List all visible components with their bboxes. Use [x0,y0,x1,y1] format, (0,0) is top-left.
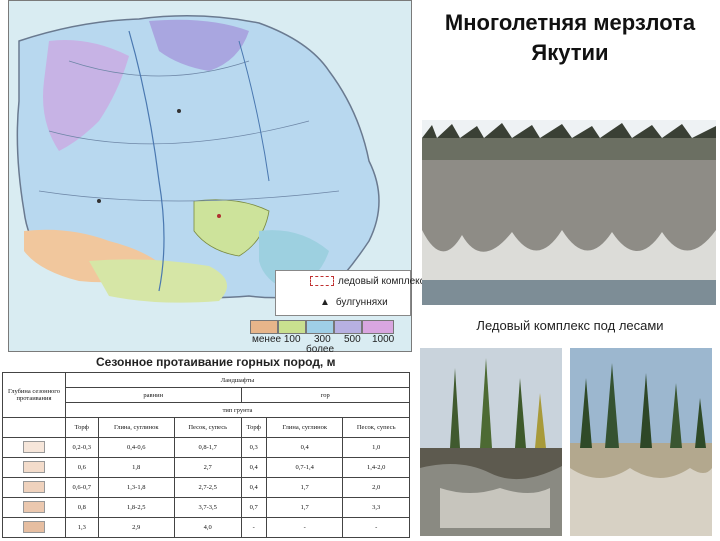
row-swatch [2,457,66,478]
depth-header: Глубина сезонного протаивания [2,372,66,418]
landscape-header: Ландшафты [65,372,410,388]
ice-complex-cliff-photo [422,120,716,305]
soil-col-3: Песок, супесь [173,417,242,438]
soil-col-2: Глина, суглинок [97,417,175,438]
photo-caption: Ледовый комплекс под лесами [476,318,664,333]
ice-complex-swatch [310,276,334,287]
legend-ice-complex: ледовый комплекс [310,276,425,287]
soil-col-4: Торф [240,417,267,438]
table-row: 0,2-0,3 0,4-0,6 0,8-1,7 0,3 0,4 1,0 [2,437,410,458]
soil-col-6: Песок, супесь [342,417,410,438]
bulgunnyakh-icon: ▲ [320,297,330,308]
soil-type-header: тип грунта [65,402,410,418]
table-row: 0,6 1,8 2,7 0,4 0,7-1,4 1,4-2,0 [2,457,410,478]
table-row: 0,8 1,8-2,5 3,7-3,5 0,7 1,7 3,3 [2,497,410,518]
row-swatch-header [2,417,66,438]
scale-label-extra: более [306,344,335,355]
forest-photo-1-graphic [420,348,562,536]
scale-color-1 [250,320,278,334]
map-subtitle: Сезонное протаивание горных пород, м [96,355,336,369]
scale-label-4: 1000 [372,334,395,345]
cliff-photo-graphic [422,120,716,305]
thaw-depth-table: Глубина сезонного протаивания Ландшафты … [2,372,410,538]
forest-photo-2-graphic [570,348,712,536]
row-swatch [2,477,66,498]
table-row: 0,6-0,7 1,3-1,8 2,7-2,5 0,4 1,7 2,0 [2,477,410,498]
soil-col-1: Торф [65,417,99,438]
mountain-header: гор [240,387,410,403]
scale-color-3 [306,320,334,334]
plain-header: равнин [65,387,242,403]
legend-bulgunnyakhi: ▲ булгунняхи [320,297,388,308]
forest-ice-photo-2 [570,348,712,536]
row-swatch [2,437,66,458]
scale-label-1: менее 100 [252,334,301,345]
scale-label-3: 500 [344,334,361,345]
row-swatch [2,497,66,518]
row-swatch [2,517,66,538]
soil-col-5: Глина, суглинок [265,417,344,438]
scale-color-4 [334,320,362,334]
scale-color-5 [362,320,394,334]
scale-color-2 [278,320,306,334]
forest-ice-photo-1 [420,348,562,536]
slide-title: Многолетняя мерзлота Якутии [444,10,696,65]
table-row: 1,3 2,9 4,0 --- [2,517,410,538]
